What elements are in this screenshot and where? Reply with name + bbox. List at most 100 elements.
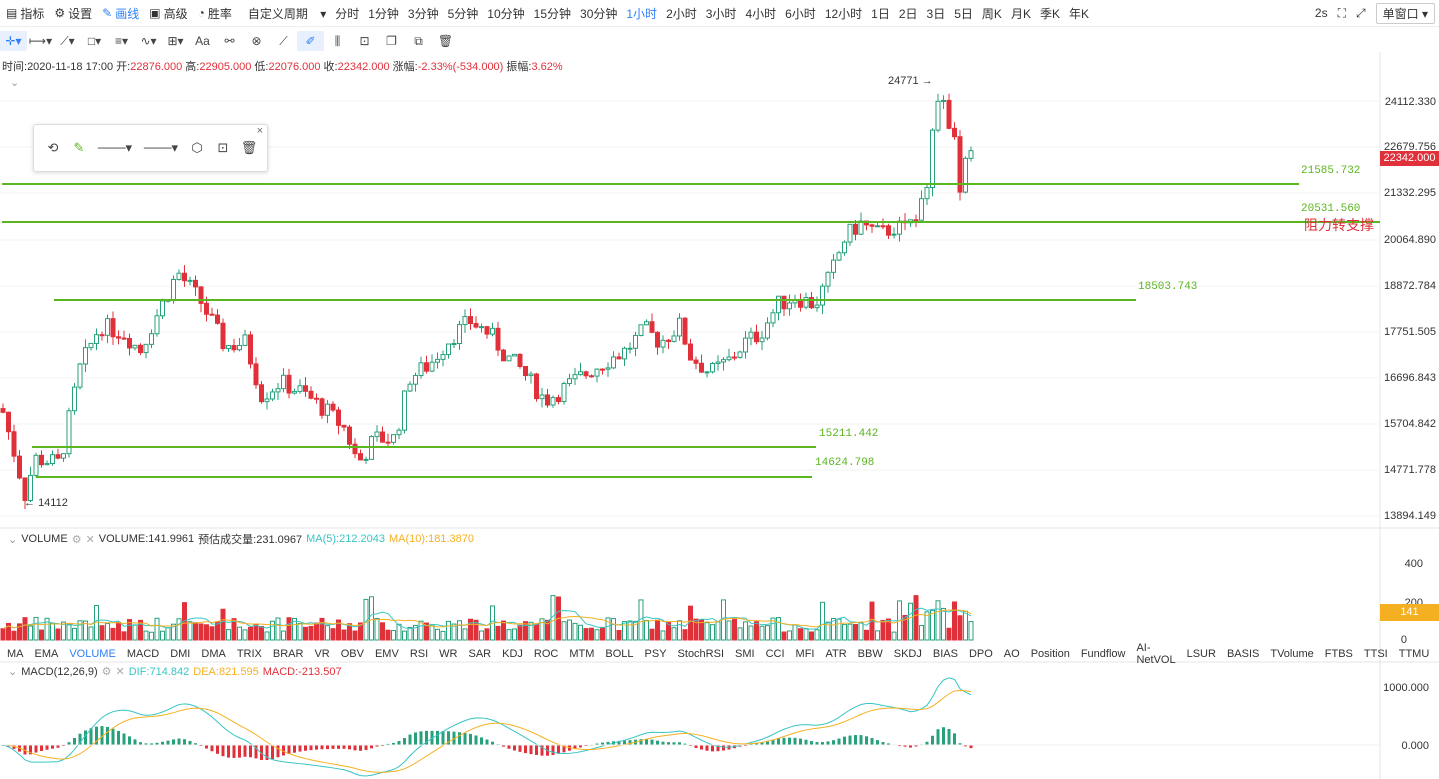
candle-body [259, 384, 264, 403]
chevron-down-icon[interactable]: ⌄ [8, 533, 17, 546]
indicator-tab[interactable]: VR [314, 648, 329, 660]
indicator-tab[interactable]: Fundflow [1081, 648, 1126, 660]
close-icon[interactable]: ✕ [86, 533, 95, 546]
indicator-tab[interactable]: StochRSI [678, 648, 724, 660]
candle-body [39, 454, 44, 466]
volume-bar [891, 631, 897, 641]
indicator-tab[interactable]: ROC [534, 648, 558, 660]
indicator-tab[interactable]: KDJ [502, 648, 523, 660]
macd-histogram-bar [232, 745, 236, 758]
indicator-tab[interactable]: AO [1004, 648, 1020, 660]
indicator-tab[interactable]: TTMU [1399, 648, 1430, 660]
indicator-tab[interactable]: DPO [969, 648, 993, 660]
indicator-tab[interactable]: SKDJ [894, 648, 922, 660]
trash-icon[interactable]: 🗑 [236, 135, 262, 161]
close-icon[interactable]: ✕ [116, 665, 125, 678]
volume-bar [660, 630, 666, 641]
macd-histogram-bar [364, 745, 368, 750]
volume-bar [281, 630, 286, 641]
candle-body [897, 220, 902, 235]
candle-body [391, 434, 396, 443]
volume-bar [402, 630, 407, 641]
volume-bar [534, 624, 539, 641]
candle-body [231, 345, 237, 351]
indicator-tab[interactable]: MACD [127, 648, 159, 660]
macd-histogram-bar [128, 736, 131, 745]
indicator-tab[interactable]: WR [439, 648, 457, 660]
indicator-tab[interactable]: BASIS [1227, 648, 1259, 660]
indicator-tab[interactable]: MTM [569, 648, 594, 660]
indicator-tab[interactable]: MFI [796, 648, 815, 660]
indicator-tab[interactable]: EMV [375, 648, 399, 660]
gear-icon[interactable]: ⚙ [72, 533, 82, 546]
chevron-down-icon[interactable]: ⌄ [8, 665, 17, 678]
indicator-tab[interactable]: BBW [858, 648, 883, 660]
candle-body [435, 358, 440, 363]
volume-bar [297, 623, 303, 641]
line-style-select[interactable]: ───▾ [138, 135, 184, 161]
macd-histogram-bar [936, 729, 940, 745]
gear-icon[interactable]: ⚙ [102, 665, 112, 678]
indicator-tab[interactable]: MA [7, 648, 24, 660]
indicator-tab[interactable]: BOLL [605, 648, 633, 660]
indicator-tab[interactable]: TRIX [237, 648, 262, 660]
candle-body [363, 458, 369, 461]
close-icon[interactable]: × [257, 125, 263, 137]
candle-body [561, 383, 567, 403]
macd-histogram-bar [441, 731, 445, 745]
indicator-tab[interactable]: OBV [341, 648, 364, 660]
indicator-tab[interactable]: TVolume [1270, 648, 1313, 660]
lock-icon[interactable]: ⊡ [210, 135, 236, 161]
volume-bar [116, 621, 121, 641]
indicator-tab[interactable]: FTBS [1325, 648, 1353, 660]
candle-body [446, 343, 451, 356]
volume-bar [726, 620, 732, 641]
candle-body [171, 278, 176, 301]
volume-bar [589, 627, 594, 641]
indicator-tab[interactable]: Position [1031, 648, 1070, 660]
volume-bar [198, 623, 204, 641]
volume-bar [847, 623, 853, 641]
indicator-tab[interactable]: PSY [645, 648, 667, 660]
indicator-tab[interactable]: DMA [201, 648, 225, 660]
volume-bar [391, 630, 396, 641]
indicator-tab[interactable]: EMA [35, 648, 59, 660]
volume-bar [303, 626, 308, 641]
chevron-down-icon[interactable]: ⌄ [10, 76, 19, 89]
candle-body [935, 100, 941, 131]
candle-body [237, 344, 242, 351]
candle-body [594, 368, 600, 377]
indicator-tab[interactable]: DMI [170, 648, 190, 660]
indicator-tab[interactable]: LSUR [1187, 648, 1216, 660]
paint-icon[interactable]: ⟲ [40, 135, 66, 161]
indicator-tab[interactable]: RSI [410, 648, 428, 660]
indicator-tab[interactable]: ATR [825, 648, 846, 660]
volume-bar [671, 627, 677, 641]
candle-body [616, 356, 622, 360]
volume-bar [314, 622, 319, 641]
volume-bar [99, 625, 105, 641]
volume-bar [440, 630, 446, 641]
candle-body [314, 397, 319, 400]
settings-icon[interactable]: ⬡ [184, 135, 210, 161]
indicator-tab[interactable]: SAR [468, 648, 491, 660]
indicator-tab[interactable]: BIAS [933, 648, 958, 660]
macd-histogram-bar [865, 736, 868, 745]
volume-bar [561, 621, 567, 641]
macd-histogram-bar [73, 738, 76, 745]
indicator-tab[interactable]: SMI [735, 648, 755, 660]
indicator-tab[interactable]: CCI [766, 648, 785, 660]
macd-histogram-bar [320, 745, 324, 750]
candle-body [94, 334, 99, 344]
indicator-tab[interactable]: BRAR [273, 648, 304, 660]
candle-body [545, 394, 550, 406]
candle-body [671, 335, 677, 342]
line-width-select[interactable]: ───▾ [92, 135, 138, 161]
candle-body [589, 375, 594, 378]
indicator-tab[interactable]: TTSI [1364, 648, 1388, 660]
candle-body [622, 347, 627, 360]
indicator-tab[interactable]: VOLUME [69, 648, 115, 660]
volume-bar [275, 617, 281, 641]
pen-color-icon[interactable]: ✎ [66, 135, 92, 161]
indicator-tab[interactable]: AI-NetVOL [1136, 642, 1175, 666]
